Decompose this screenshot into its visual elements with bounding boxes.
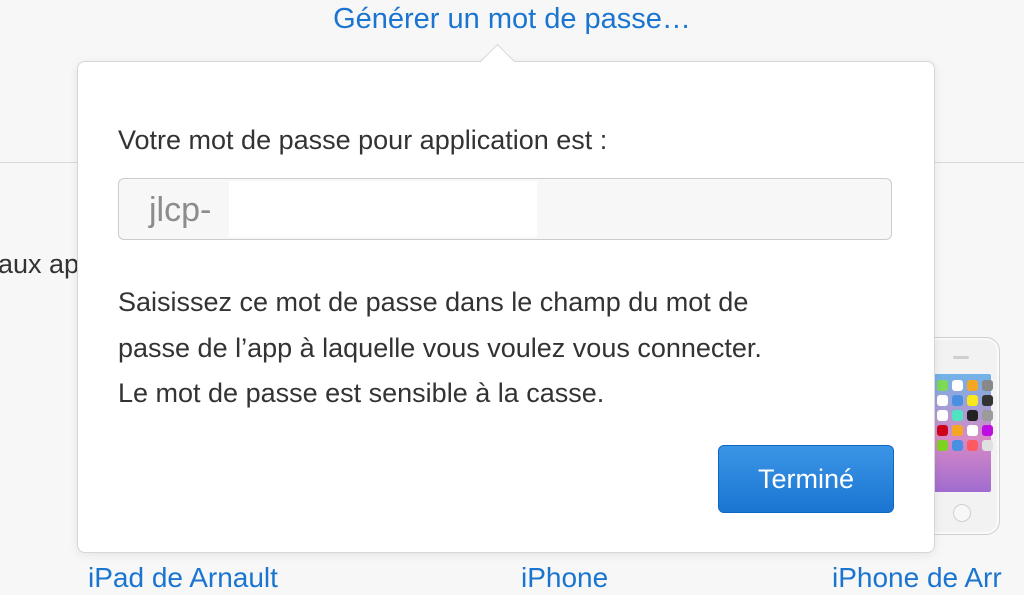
password-redaction bbox=[229, 181, 537, 237]
device-label-iphone[interactable]: iPhone bbox=[521, 561, 608, 595]
app-icon bbox=[952, 410, 963, 421]
app-icon bbox=[982, 410, 993, 421]
app-icon bbox=[952, 380, 963, 391]
app-icon bbox=[982, 395, 993, 406]
app-icon bbox=[982, 380, 993, 391]
app-icon bbox=[982, 440, 993, 451]
app-icon bbox=[952, 425, 963, 436]
app-icon bbox=[937, 395, 948, 406]
app-icon bbox=[967, 425, 978, 436]
app-icon bbox=[952, 395, 963, 406]
app-icon bbox=[937, 440, 948, 451]
phone-speaker bbox=[953, 356, 969, 359]
password-field[interactable]: jlcp- bbox=[118, 178, 892, 240]
instructions-text: Saisissez ce mot de passe dans le champ … bbox=[118, 280, 908, 417]
app-icon bbox=[937, 410, 948, 421]
app-password-popover: Votre mot de passe pour application est … bbox=[77, 43, 935, 553]
device-label-iphone-named[interactable]: iPhone de Arr bbox=[832, 561, 1002, 595]
app-icon bbox=[937, 425, 948, 436]
app-icon bbox=[967, 380, 978, 391]
popover-arrow bbox=[479, 43, 516, 80]
app-icon bbox=[967, 395, 978, 406]
phone-home-button bbox=[953, 504, 971, 522]
app-icon bbox=[937, 380, 948, 391]
background-partial-text: aux ap bbox=[0, 249, 80, 279]
instructions-line: passe de l’app à laquelle vous voulez vo… bbox=[118, 332, 762, 363]
done-button[interactable]: Terminé bbox=[718, 445, 894, 513]
instructions-line: Saisissez ce mot de passe dans le champ … bbox=[118, 287, 749, 317]
app-icon bbox=[952, 440, 963, 451]
phone-screen bbox=[931, 374, 993, 492]
app-icon bbox=[982, 425, 993, 436]
app-icon bbox=[967, 410, 978, 421]
generate-password-link[interactable]: Générer un mot de passe… bbox=[0, 2, 1024, 36]
instructions-line: Le mot de passe est sensible à la casse. bbox=[118, 378, 605, 408]
password-prompt-label: Votre mot de passe pour application est … bbox=[118, 125, 608, 155]
app-icon bbox=[967, 440, 978, 451]
password-value: jlcp- bbox=[149, 191, 212, 229]
device-label-ipad[interactable]: iPad de Arnault bbox=[88, 561, 278, 595]
